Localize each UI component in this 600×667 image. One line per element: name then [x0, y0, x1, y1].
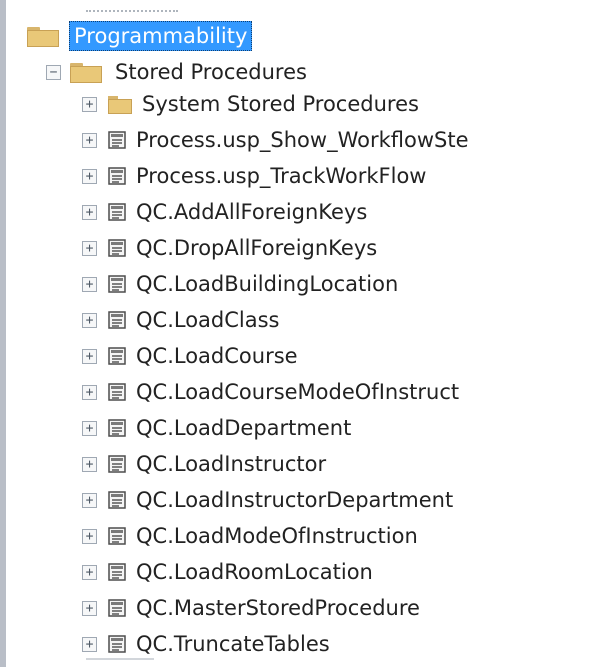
stored-procedure-icon — [108, 383, 126, 401]
stored-procedure-icon — [108, 239, 126, 257]
stored-procedure-icon — [108, 527, 126, 545]
expand-icon[interactable]: + — [82, 204, 97, 220]
expand-icon[interactable]: + — [82, 456, 97, 472]
stored-procedure-icon — [108, 275, 126, 293]
tree-node-label: QC.LoadClass — [136, 308, 280, 332]
tree-node-stored-procedure[interactable]: + QC.LoadRoomLocation — [82, 556, 373, 588]
stored-procedure-icon — [108, 167, 126, 185]
stored-procedure-icon — [108, 347, 126, 365]
tree-node-system-stored-procedures[interactable]: + System Stored Procedures — [82, 88, 419, 120]
tree-node-stored-procedure[interactable]: + QC.LoadInstructorDepartment — [82, 484, 453, 516]
expand-icon[interactable]: + — [82, 600, 97, 616]
tree-node-stored-procedure[interactable]: + QC.DropAllForeignKeys — [82, 232, 377, 264]
expand-icon[interactable]: + — [82, 528, 97, 544]
folder-icon — [70, 61, 102, 83]
stored-procedure-icon — [108, 311, 126, 329]
tree-node-stored-procedure[interactable]: + QC.LoadBuildingLocation — [82, 268, 398, 300]
tree-node-stored-procedure[interactable]: + QC.LoadModeOfInstruction — [82, 520, 418, 552]
tree-node-label: QC.LoadInstructor — [136, 452, 327, 476]
tree-node-stored-procedure[interactable]: + QC.LoadDepartment — [82, 412, 351, 444]
tree-node-label-programmability: Programmability — [69, 21, 253, 51]
tree-node-label: QC.MasterStoredProcedure — [136, 596, 420, 620]
tree-node-label: QC.AddAllForeignKeys — [136, 200, 368, 224]
tree-node-label: System Stored Procedures — [142, 92, 419, 116]
stored-procedure-icon — [108, 635, 126, 653]
tree-node-label: QC.LoadRoomLocation — [136, 560, 373, 584]
tree-node-label: QC.LoadCourseModeOfInstruct — [136, 380, 460, 404]
clipped-previous-node — [86, 0, 178, 12]
clipped-next-node — [86, 658, 154, 667]
tree-node-label: QC.LoadModeOfInstruction — [136, 524, 418, 548]
tree-node-stored-procedure[interactable]: + Process.usp_Show_WorkflowSte — [82, 124, 469, 156]
stored-procedure-icon — [108, 491, 126, 509]
tree-node-label: QC.TruncateTables — [136, 632, 330, 656]
tree-node-stored-procedures[interactable]: − Stored Procedures — [46, 56, 307, 88]
tree-node-stored-procedure[interactable]: + Process.usp_TrackWorkFlow — [82, 160, 426, 192]
stored-procedure-icon — [108, 455, 126, 473]
folder-icon — [108, 95, 132, 114]
tree-node-label: QC.LoadBuildingLocation — [136, 272, 399, 296]
tree-node-stored-procedure[interactable]: + QC.LoadClass — [82, 304, 280, 336]
expand-icon[interactable]: + — [82, 132, 97, 148]
expand-icon[interactable]: + — [82, 168, 97, 184]
collapse-icon[interactable]: − — [46, 64, 61, 80]
folder-icon — [27, 25, 59, 47]
expand-icon[interactable]: + — [82, 564, 97, 580]
stored-procedure-icon — [108, 563, 126, 581]
object-explorer-tree: Programmability − Stored Procedures + Sy… — [0, 0, 600, 667]
stored-procedure-icon — [108, 599, 126, 617]
tree-left-border — [0, 0, 6, 667]
tree-node-label: Process.usp_Show_WorkflowSte — [136, 128, 469, 152]
expand-icon[interactable]: + — [82, 636, 97, 652]
stored-procedure-icon — [108, 131, 126, 149]
stored-procedure-icon — [108, 203, 126, 221]
expand-icon[interactable]: + — [82, 384, 97, 400]
tree-node-stored-procedure[interactable]: + QC.TruncateTables — [82, 628, 330, 660]
tree-node-stored-procedure[interactable]: + QC.LoadInstructor — [82, 448, 326, 480]
tree-node-programmability[interactable]: Programmability — [27, 20, 253, 52]
expand-icon[interactable]: + — [82, 312, 97, 328]
tree-node-label: QC.LoadInstructorDepartment — [136, 488, 454, 512]
tree-node-label: Process.usp_TrackWorkFlow — [136, 164, 427, 188]
expand-icon[interactable]: + — [82, 492, 97, 508]
tree-node-label: QC.LoadCourse — [136, 344, 298, 368]
expand-icon[interactable]: + — [82, 96, 97, 112]
tree-node-stored-procedure[interactable]: + QC.AddAllForeignKeys — [82, 196, 367, 228]
expand-icon[interactable]: + — [82, 420, 97, 436]
expand-icon[interactable]: + — [82, 240, 97, 256]
tree-node-stored-procedure[interactable]: + QC.LoadCourse — [82, 340, 298, 372]
expand-icon[interactable]: + — [82, 348, 97, 364]
tree-node-label-stored-procedures: Stored Procedures — [115, 60, 307, 84]
tree-node-label: QC.DropAllForeignKeys — [136, 236, 378, 260]
expand-icon[interactable]: + — [82, 276, 97, 292]
tree-node-stored-procedure[interactable]: + QC.LoadCourseModeOfInstruct — [82, 376, 459, 408]
tree-node-stored-procedure[interactable]: + QC.MasterStoredProcedure — [82, 592, 420, 624]
tree-node-label: QC.LoadDepartment — [136, 416, 352, 440]
stored-procedure-icon — [108, 419, 126, 437]
